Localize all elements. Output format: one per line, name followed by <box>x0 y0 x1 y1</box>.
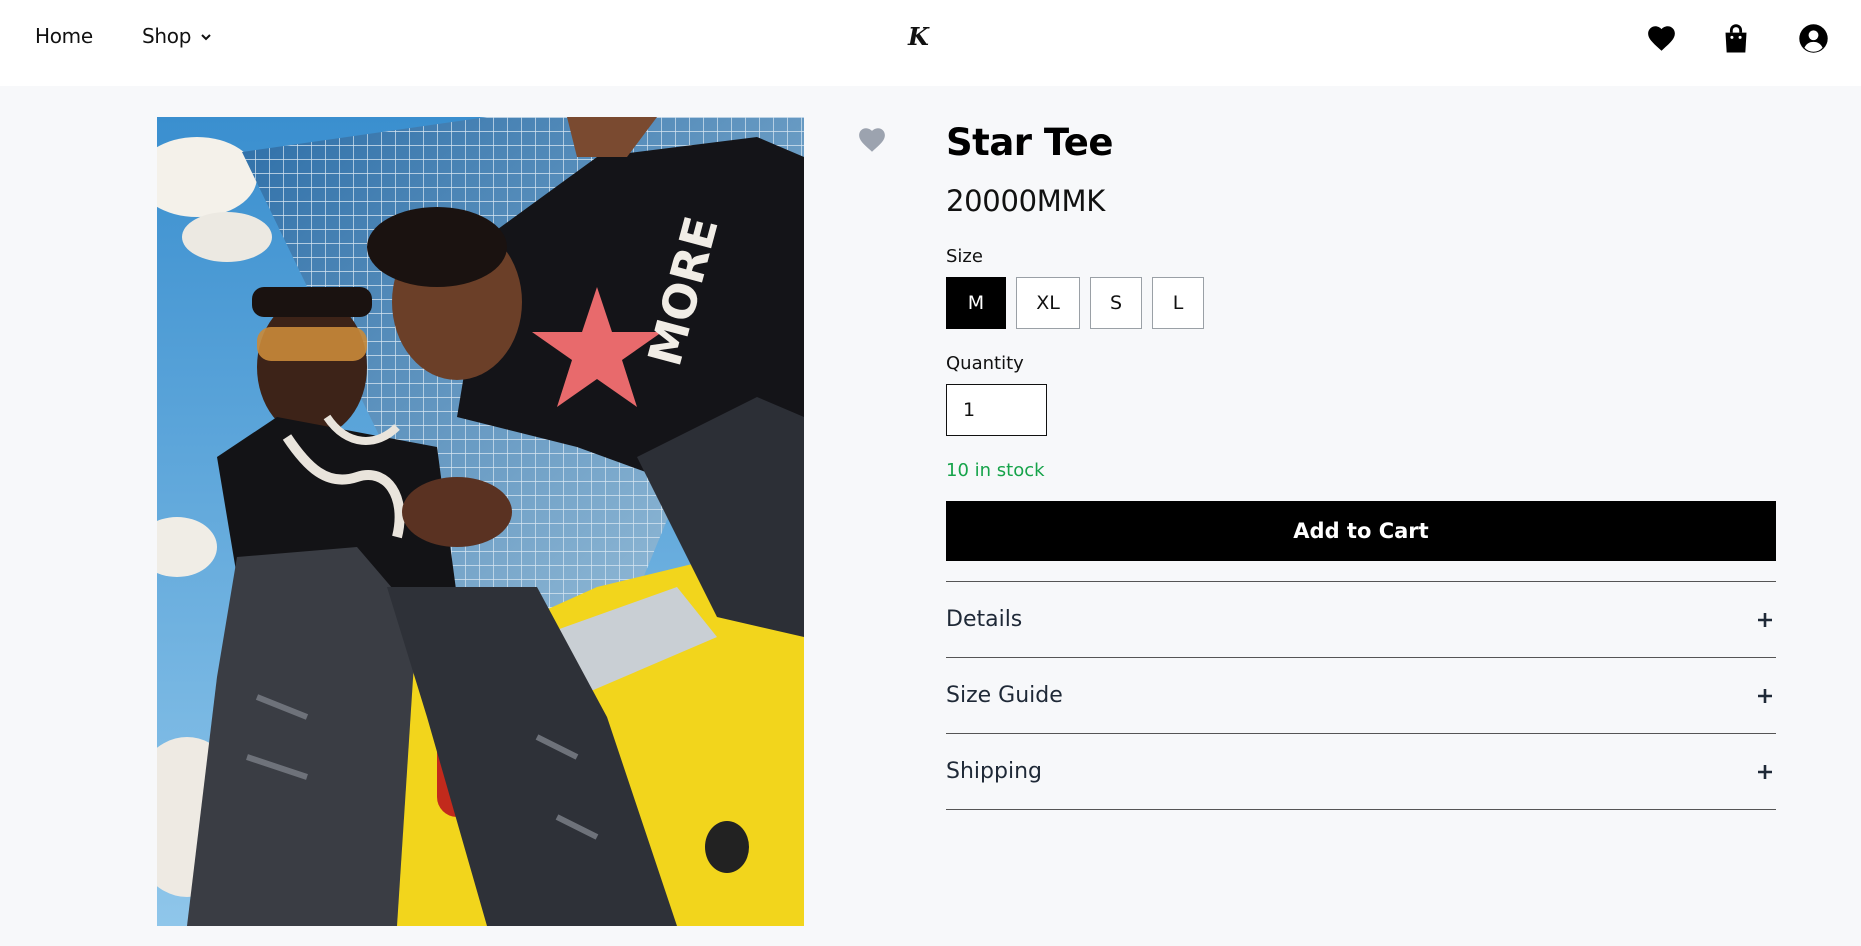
user-account-icon[interactable] <box>1797 22 1829 54</box>
nav-shop-label: Shop <box>142 24 192 48</box>
size-option-s[interactable]: S <box>1090 277 1142 329</box>
accordion-size-guide[interactable]: Size Guide <box>946 658 1776 734</box>
plus-icon <box>1754 685 1776 707</box>
stock-status: 10 in stock <box>946 460 1045 481</box>
wishlist-heart-icon[interactable] <box>1645 22 1677 54</box>
product-image: MORE <box>157 117 804 926</box>
accordion-shipping-label: Shipping <box>946 759 1042 784</box>
chevron-down-icon <box>201 33 211 40</box>
accordion-shipping[interactable]: Shipping <box>946 734 1776 810</box>
product-title: Star Tee <box>946 121 1113 164</box>
plus-icon <box>1754 609 1776 631</box>
brand-logo[interactable]: K <box>908 22 929 51</box>
product-price: 20000MMK <box>946 184 1105 218</box>
nav-home-link[interactable]: Home <box>35 24 93 48</box>
size-option-xl[interactable]: XL <box>1016 277 1080 329</box>
size-label: Size <box>946 246 983 267</box>
shopping-bag-icon[interactable] <box>1720 22 1752 54</box>
product-accordion: Details Size Guide Shipping <box>946 581 1776 810</box>
accordion-details-label: Details <box>946 607 1023 632</box>
quantity-input[interactable] <box>946 384 1047 436</box>
size-option-m[interactable]: M <box>946 277 1006 329</box>
size-option-l[interactable]: L <box>1152 277 1204 329</box>
accordion-size-guide-label: Size Guide <box>946 683 1063 708</box>
nav-shop-link[interactable]: Shop <box>142 24 211 48</box>
size-options: M XL S L <box>946 277 1204 329</box>
add-to-wishlist-heart-icon[interactable] <box>857 126 887 154</box>
plus-icon <box>1754 761 1776 783</box>
site-header: Home Shop K <box>0 0 1861 86</box>
add-to-cart-button[interactable]: Add to Cart <box>946 501 1776 561</box>
accordion-details[interactable]: Details <box>946 582 1776 658</box>
quantity-label: Quantity <box>946 353 1024 374</box>
